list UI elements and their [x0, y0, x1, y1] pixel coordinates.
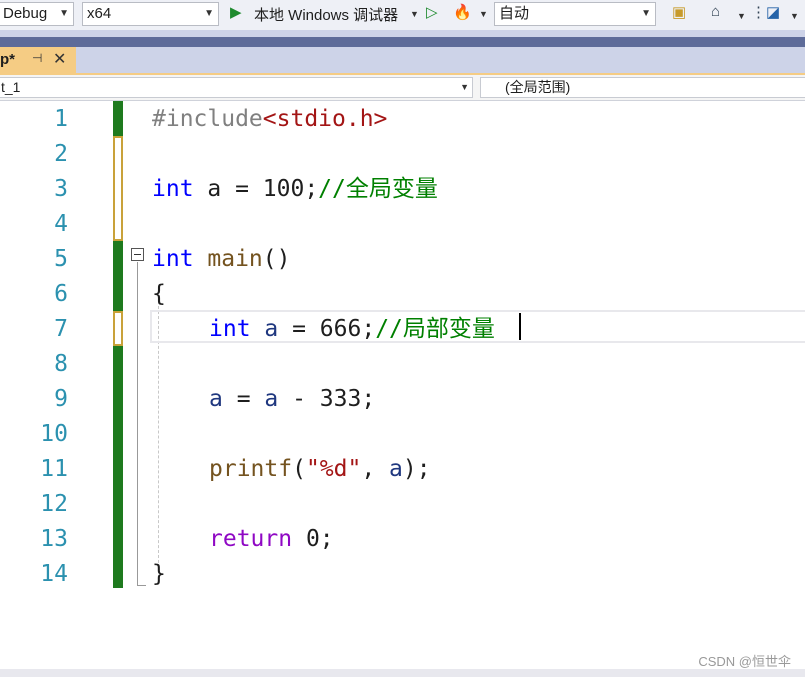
indent-guide	[158, 306, 159, 568]
scope-dropdown[interactable]: (全局范围)	[480, 77, 805, 98]
code-line[interactable]: {	[152, 277, 166, 312]
config-value: Debug	[3, 5, 48, 22]
outline-end	[137, 585, 146, 586]
hot-reload-icon[interactable]: 🔥	[453, 3, 472, 21]
platform-value: x64	[87, 5, 112, 22]
line-number: 9	[54, 386, 68, 412]
line-number: 4	[54, 211, 68, 237]
line-number: 11	[40, 456, 68, 482]
config-dropdown[interactable]: Debug ▼	[0, 2, 74, 26]
close-icon[interactable]: ✕	[53, 49, 66, 69]
change-marker-saved	[113, 346, 123, 588]
change-marker-saved	[113, 241, 123, 311]
play-icon[interactable]: ▶	[230, 3, 242, 21]
chevron-down-icon: ▼	[460, 82, 469, 92]
code-editor[interactable]: 1 2 3 4 5 6 7 8 9 10 11 12 13 14 #includ…	[0, 101, 805, 669]
run-debugger-button[interactable]: 本地 Windows 调试器	[254, 4, 398, 25]
start-without-debug-icon[interactable]: ▷	[426, 3, 438, 21]
solution-config-value: 自动	[499, 5, 530, 22]
navigation-bar: t_1 ▼ (全局范围)	[0, 75, 805, 101]
change-marker-saved	[113, 101, 123, 136]
line-number: 7	[54, 316, 68, 342]
project-value: t_1	[1, 79, 21, 95]
code-line[interactable]: return 0;	[209, 522, 334, 557]
line-number: 10	[40, 421, 68, 447]
line-number: 8	[54, 351, 68, 377]
outline-line	[137, 262, 138, 585]
platform-dropdown[interactable]: x64 ▼	[82, 2, 219, 26]
tab-active-file[interactable]: p* ⊣ ✕	[0, 47, 76, 73]
change-marker-unsaved	[113, 136, 123, 241]
line-number: 13	[40, 526, 68, 552]
chevron-down-icon: ▼	[59, 8, 69, 19]
code-line[interactable]: a = a - 333;	[209, 382, 375, 417]
tab-title: p*	[0, 51, 15, 68]
code-line[interactable]: }	[152, 557, 166, 592]
code-line[interactable]: int a = 100;//全局变量	[152, 172, 438, 207]
change-marker-unsaved	[113, 311, 123, 346]
chevron-down-icon: ▼	[204, 8, 214, 19]
line-number: 12	[40, 491, 68, 517]
code-line[interactable]: #include<stdio.h>	[152, 102, 387, 137]
line-number: 1	[54, 106, 68, 132]
window-icon[interactable]: ⌂	[711, 3, 720, 20]
pin-icon[interactable]: ⊣	[32, 51, 42, 65]
chevron-down-icon[interactable]: ▼	[479, 9, 488, 19]
solution-config-dropdown[interactable]: 自动 ▼	[494, 2, 656, 26]
collapse-icon[interactable]	[131, 248, 144, 261]
line-number: 6	[54, 281, 68, 307]
text-caret	[519, 313, 521, 340]
folder-icon[interactable]: ▣	[672, 3, 686, 21]
settings-icon[interactable]: ⋮	[751, 3, 766, 21]
line-number: 5	[54, 246, 68, 272]
format-icon[interactable]: ◪	[766, 3, 780, 21]
code-line[interactable]: int main()	[152, 242, 291, 277]
chevron-down-icon[interactable]: ▼	[410, 9, 419, 19]
chevron-down-icon[interactable]: ▼	[790, 11, 799, 21]
bottom-panel-strip	[0, 669, 805, 677]
chevron-down-icon[interactable]: ▼	[737, 11, 746, 21]
line-number: 14	[40, 561, 68, 587]
toolbar: Debug ▼ x64 ▼ ▶ 本地 Windows 调试器 ▼ ▷ 🔥 ▼ 自…	[0, 0, 805, 30]
project-dropdown[interactable]: t_1 ▼	[0, 77, 473, 98]
watermark: CSDN @恒世伞	[698, 654, 791, 669]
tab-strip	[0, 30, 805, 74]
scope-value: (全局范围)	[505, 79, 571, 95]
code-line[interactable]: printf("%d", a);	[209, 452, 431, 487]
code-line[interactable]: int a = 666;//局部变量	[209, 312, 495, 347]
chevron-down-icon: ▼	[641, 8, 651, 19]
line-number: 2	[54, 141, 68, 167]
line-number: 3	[54, 176, 68, 202]
